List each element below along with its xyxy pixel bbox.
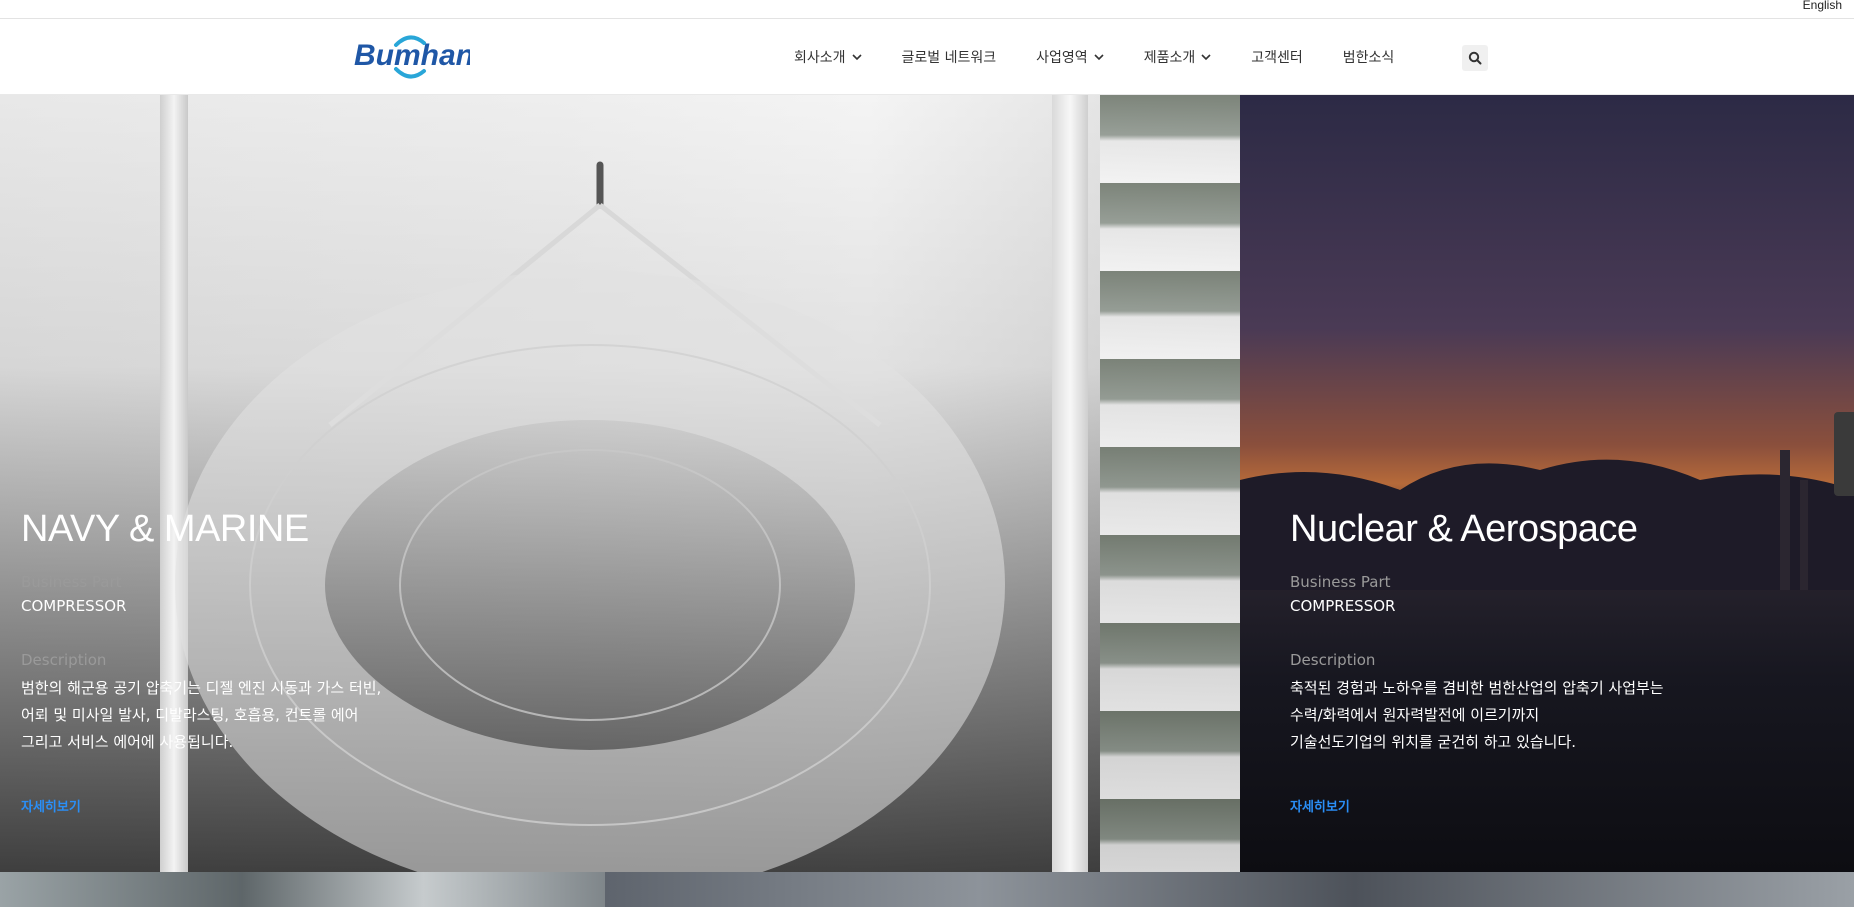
description-line: 수력/화력에서 원자력발전에 이르기까지 xyxy=(1290,706,1540,724)
panel-title: Nuclear & Aerospace xyxy=(1290,508,1638,550)
search-icon xyxy=(1468,51,1482,65)
side-quick-menu-tab[interactable] xyxy=(1834,412,1854,496)
site-header: Bumhan 회사소개 글로벌 네트워크 사업영역 제품소개 고객센터 범한소식 xyxy=(0,19,1854,95)
panel-title: NAVY & MARINE xyxy=(21,508,309,550)
bumhan-logo[interactable]: Bumhan xyxy=(352,33,470,81)
background-post xyxy=(1052,95,1088,872)
description-line: 어뢰 및 미사일 발사, 디발라스팅, 호흡용, 컨트롤 에어 xyxy=(21,706,359,724)
description-text: 범한의 해군용 공기 압축기는 디젤 엔진 시동과 가스 터빈, 어뢰 및 미사… xyxy=(21,675,381,756)
logo-wordmark: Bumhan xyxy=(354,39,470,72)
nav-item-products[interactable]: 제품소개 xyxy=(1144,47,1212,67)
view-details-link[interactable]: 자세히보기 xyxy=(21,796,81,815)
nav-item-global-network[interactable]: 글로벌 네트워크 xyxy=(902,47,997,67)
nav-label: 회사소개 xyxy=(794,50,846,66)
panel-content: NAVY & MARINE Business Part COMPRESSOR D… xyxy=(21,508,381,815)
panel-content: Nuclear & Aerospace Business Part COMPRE… xyxy=(1290,508,1664,815)
nav-label: 고객센터 xyxy=(1251,50,1303,66)
description-line: 그리고 서비스 에어에 사용됩니다. xyxy=(21,733,234,751)
panel-navy-marine: NAVY & MARINE Business Part COMPRESSOR D… xyxy=(0,95,1240,872)
nav-label: 제품소개 xyxy=(1143,50,1196,66)
nav-label: 글로벌 네트워크 xyxy=(901,50,997,66)
description-line: 축적된 경험과 노하우를 겸비한 범한산업의 압축기 사업부는 xyxy=(1290,679,1664,697)
top-utility-bar: English xyxy=(0,0,1854,19)
search-button[interactable] xyxy=(1462,45,1488,71)
description-label: Description xyxy=(1290,651,1376,669)
nav-item-business[interactable]: 사업영역 xyxy=(1036,47,1104,67)
language-selector[interactable]: English xyxy=(1803,0,1842,12)
business-part-value: COMPRESSOR xyxy=(1290,597,1396,615)
chevron-down-icon xyxy=(851,54,862,61)
next-panel-image-right xyxy=(605,872,1854,907)
nav-label: 사업영역 xyxy=(1036,50,1088,66)
description-line: 기술선도기업의 위치를 굳건히 하고 있습니다. xyxy=(1290,733,1577,751)
description-label: Description xyxy=(21,651,107,669)
chevron-down-icon xyxy=(1094,54,1104,61)
main-nav: 회사소개 글로벌 네트워크 사업영역 제품소개 고객센터 범한소식 xyxy=(794,45,1434,69)
view-details-link[interactable]: 자세히보기 xyxy=(1290,796,1350,815)
background-shutters xyxy=(1100,95,1240,872)
nav-item-customer-center[interactable]: 고객센터 xyxy=(1251,47,1303,67)
nav-item-company[interactable]: 회사소개 xyxy=(794,47,862,67)
description-line: 범한의 해군용 공기 압축기는 디젤 엔진 시동과 가스 터빈, xyxy=(21,679,382,697)
panel-nuclear-aerospace: Nuclear & Aerospace Business Part COMPRE… xyxy=(1240,95,1854,872)
nav-item-news[interactable]: 범한소식 xyxy=(1343,47,1395,67)
business-part-value: COMPRESSOR xyxy=(21,597,127,615)
nav-label: 범한소식 xyxy=(1342,50,1395,66)
business-part-label: Business Part xyxy=(21,573,122,591)
business-part-label: Business Part xyxy=(1290,573,1391,591)
next-panel-image-left xyxy=(0,872,605,907)
chevron-down-icon xyxy=(1201,54,1211,61)
description-text: 축적된 경험과 노하우를 겸비한 범한산업의 압축기 사업부는 수력/화력에서 … xyxy=(1290,675,1664,756)
